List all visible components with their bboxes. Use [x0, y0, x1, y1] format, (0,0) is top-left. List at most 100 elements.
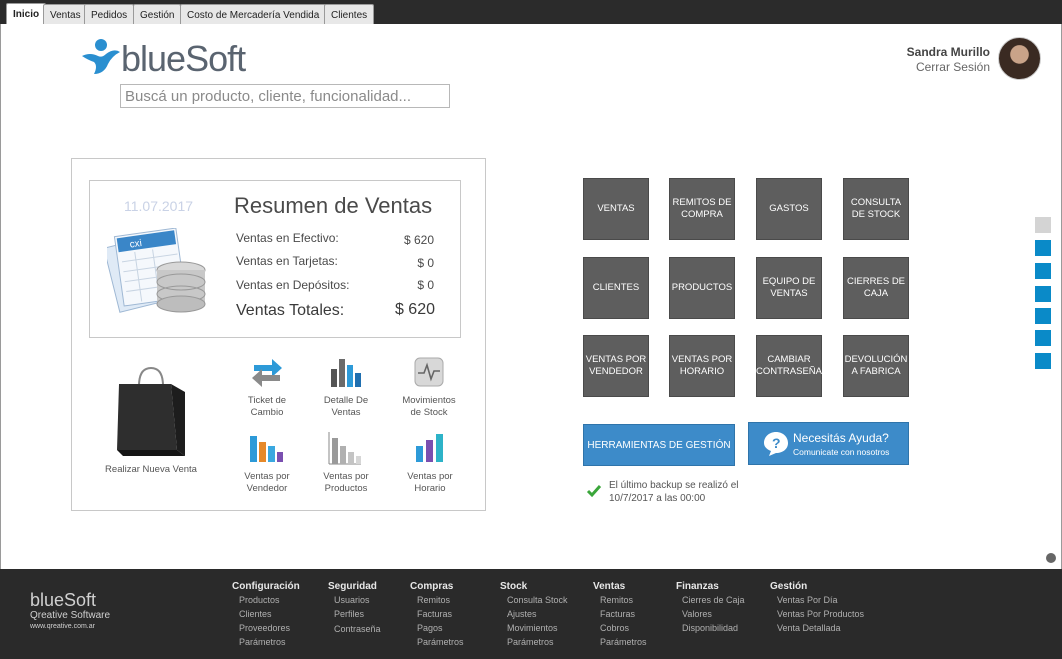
footer-link[interactable]: Cierres de Caja	[682, 595, 745, 605]
user-name: Sandra Murillo	[906, 45, 990, 59]
tile-gastos[interactable]: GASTOS	[756, 178, 822, 240]
tab-pedidos[interactable]: Pedidos	[84, 4, 135, 24]
summary-title: Resumen de Ventas	[234, 193, 433, 218]
logout-link[interactable]: Cerrar Sesión	[916, 60, 990, 74]
tab-clientes[interactable]: Clientes	[324, 4, 375, 24]
footer-link[interactable]: Contraseña	[334, 624, 381, 634]
footer-link[interactable]: Proveedores	[239, 623, 290, 633]
tile-cambiar-contrasena[interactable]: CAMBIAR CONTRASEÑA	[756, 335, 822, 397]
product-chart-icon[interactable]	[327, 430, 363, 466]
tile-devolucion-fabrica[interactable]: DEVOLUCIÓN A FABRICA	[843, 335, 909, 397]
footer-col-configuracion: Configuración	[232, 581, 300, 592]
tile-remitos-compra[interactable]: REMITOS DE COMPRA	[669, 178, 735, 240]
tile-equipo-ventas[interactable]: EQUIPO DE VENTAS	[756, 257, 822, 319]
cash-sales-label: Ventas en Efectivo:	[236, 231, 339, 245]
search-input[interactable]	[120, 84, 450, 108]
footer-col-ventas: Ventas	[593, 581, 626, 592]
footer-link[interactable]: Parámetros	[507, 637, 554, 647]
total-sales-label: Ventas Totales:	[236, 302, 345, 319]
footer-link[interactable]: Movimientos	[507, 623, 558, 633]
footer-link[interactable]: Ventas Por Día	[777, 595, 838, 605]
bar-chart-icon[interactable]	[329, 355, 363, 389]
deposit-sales-value: $ 0	[417, 278, 434, 292]
side-nav-square-1[interactable]	[1035, 217, 1051, 233]
tile-ventas-horario[interactable]: VENTAS POR HORARIO	[669, 335, 735, 397]
backup-status: El último backup se realizó el 10/7/2017…	[609, 479, 739, 505]
tile-ventas-vendedor[interactable]: VENTAS POR VENDEDOR	[583, 335, 649, 397]
tab-inicio[interactable]: Inicio	[6, 3, 47, 24]
tab-costo-mercaderia[interactable]: Costo de Mercadería Vendida	[180, 4, 327, 24]
by-seller-label[interactable]: Ventas por Vendedor	[237, 471, 297, 495]
tile-consulta-stock[interactable]: CONSULTA DE STOCK	[843, 178, 909, 240]
total-sales-value: $ 620	[394, 301, 435, 318]
tab-ventas[interactable]: Ventas	[43, 4, 88, 24]
sales-detail-label[interactable]: Detalle De Ventas	[316, 395, 376, 419]
footer-col-seguridad: Seguridad	[328, 581, 377, 592]
by-hour-label[interactable]: Ventas por Horario	[400, 471, 460, 495]
exchange-arrows-icon[interactable]	[250, 357, 284, 389]
footer-link[interactable]: Pagos	[417, 623, 443, 633]
cash-sales-value: $ 620	[403, 233, 434, 247]
new-sale-label[interactable]: Realizar Nueva Venta	[100, 464, 202, 476]
footer-link[interactable]: Usuarios	[334, 595, 370, 605]
backup-line-1: El último backup se realizó el	[609, 480, 739, 491]
side-nav-square-3[interactable]	[1035, 263, 1051, 279]
card-sales-label: Ventas en Tarjetas:	[236, 254, 338, 268]
stock-moves-label[interactable]: Movimientos de Stock	[396, 395, 462, 419]
footer-link[interactable]: Facturas	[417, 609, 452, 619]
footer-link[interactable]: Valores	[682, 609, 712, 619]
card-sales-value: $ 0	[417, 256, 434, 270]
tile-cierres-caja[interactable]: CIERRES DE CAJA	[843, 257, 909, 319]
footer-col-stock: Stock	[500, 581, 528, 592]
footer-link[interactable]: Remitos	[600, 595, 633, 605]
side-nav-square-5[interactable]	[1035, 308, 1051, 324]
bluesoft-logo-icon	[82, 39, 120, 74]
footer-link[interactable]: Venta Detallada	[777, 623, 841, 633]
hourly-chart-icon[interactable]	[414, 432, 446, 464]
svg-text:?: ?	[772, 435, 781, 451]
help-button[interactable]: ? Necesitás Ayuda? Comunicate con nosotr…	[748, 422, 909, 465]
avatar[interactable]	[998, 37, 1041, 80]
side-nav-square-2[interactable]	[1035, 240, 1051, 256]
footer-col-gestion: Gestión	[770, 581, 808, 592]
footer-link[interactable]: Productos	[239, 595, 280, 605]
management-tools-button[interactable]: HERRAMIENTAS DE GESTIÓN	[583, 424, 735, 466]
summary-date: 11.07.2017	[124, 198, 194, 214]
footer-brand: blueSoft	[30, 590, 97, 610]
spreadsheet-database-icon: cxi	[107, 228, 206, 313]
seller-chart-icon[interactable]	[248, 432, 284, 464]
footer-link[interactable]: Remitos	[417, 595, 450, 605]
help-bubble-icon: ?	[764, 432, 788, 456]
footer-link[interactable]: Ventas Por Productos	[777, 609, 864, 619]
backup-line-2: 10/7/2017 a las 00:00	[609, 493, 706, 504]
footer-col-compras: Compras	[410, 581, 454, 592]
footer-link[interactable]: Perfiles	[334, 609, 364, 619]
logo-text: blueSoft	[121, 38, 246, 79]
help-title: Necesitás Ayuda?	[793, 431, 889, 445]
side-nav-square-7[interactable]	[1035, 353, 1051, 369]
activity-monitor-icon[interactable]	[414, 357, 444, 387]
footer-link[interactable]: Parámetros	[417, 637, 464, 647]
tab-gestion[interactable]: Gestión	[133, 4, 182, 24]
tile-clientes[interactable]: CLIENTES	[583, 257, 649, 319]
ticket-label[interactable]: Ticket de Cambio	[237, 395, 297, 419]
side-nav-square-6[interactable]	[1035, 330, 1051, 346]
footer-link[interactable]: Consulta Stock	[507, 595, 568, 605]
deposit-sales-label: Ventas en Depósitos:	[236, 278, 350, 292]
footer-url[interactable]: www.qreative.com.ar	[30, 623, 95, 630]
footer-company: Qreative Software	[30, 610, 111, 621]
by-product-label[interactable]: Ventas por Productos	[316, 471, 376, 495]
footer-link[interactable]: Parámetros	[600, 637, 647, 647]
help-subtitle: Comunicate con nosotros	[793, 447, 890, 457]
tile-productos[interactable]: PRODUCTOS	[669, 257, 735, 319]
footer-link[interactable]: Clientes	[239, 609, 272, 619]
tile-ventas[interactable]: VENTAS	[583, 178, 649, 240]
scroll-dot[interactable]	[1046, 553, 1056, 563]
footer-link[interactable]: Disponibilidad	[682, 623, 738, 633]
footer-link[interactable]: Ajustes	[507, 609, 537, 619]
footer-link[interactable]: Parámetros	[239, 637, 286, 647]
side-nav-square-4[interactable]	[1035, 286, 1051, 302]
footer-link[interactable]: Cobros	[600, 623, 629, 633]
shopping-bag-icon[interactable]	[115, 364, 187, 458]
footer-link[interactable]: Facturas	[600, 609, 635, 619]
